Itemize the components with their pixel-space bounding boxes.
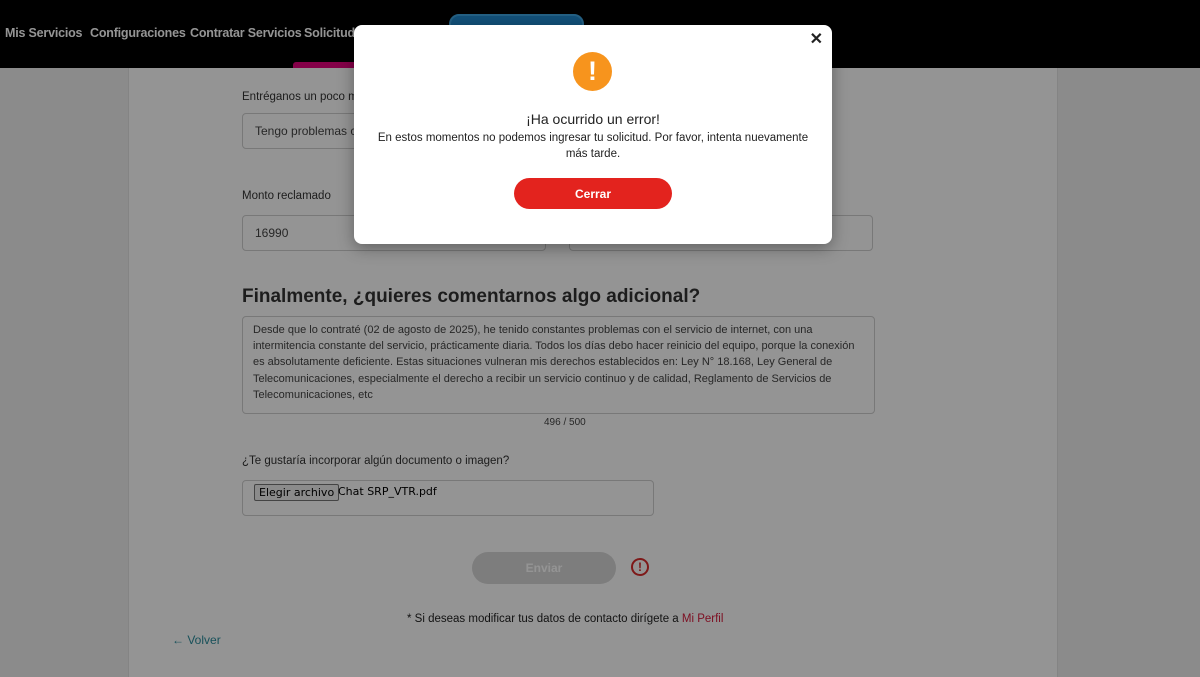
warning-icon: !: [573, 52, 612, 91]
modal-title: ¡Ha ocurrido un error!: [526, 111, 660, 127]
warning-icon-glyph: !: [588, 56, 597, 86]
error-modal: ✕ ! ¡Ha ocurrido un error! En estos mome…: [354, 25, 832, 244]
close-modal-button-label: Cerrar: [574, 186, 612, 201]
modal-message: En estos momentos no podemos ingresar tu…: [377, 132, 809, 160]
close-modal-button[interactable]: Cerrar: [514, 178, 672, 209]
close-icon[interactable]: ✕: [810, 32, 823, 48]
